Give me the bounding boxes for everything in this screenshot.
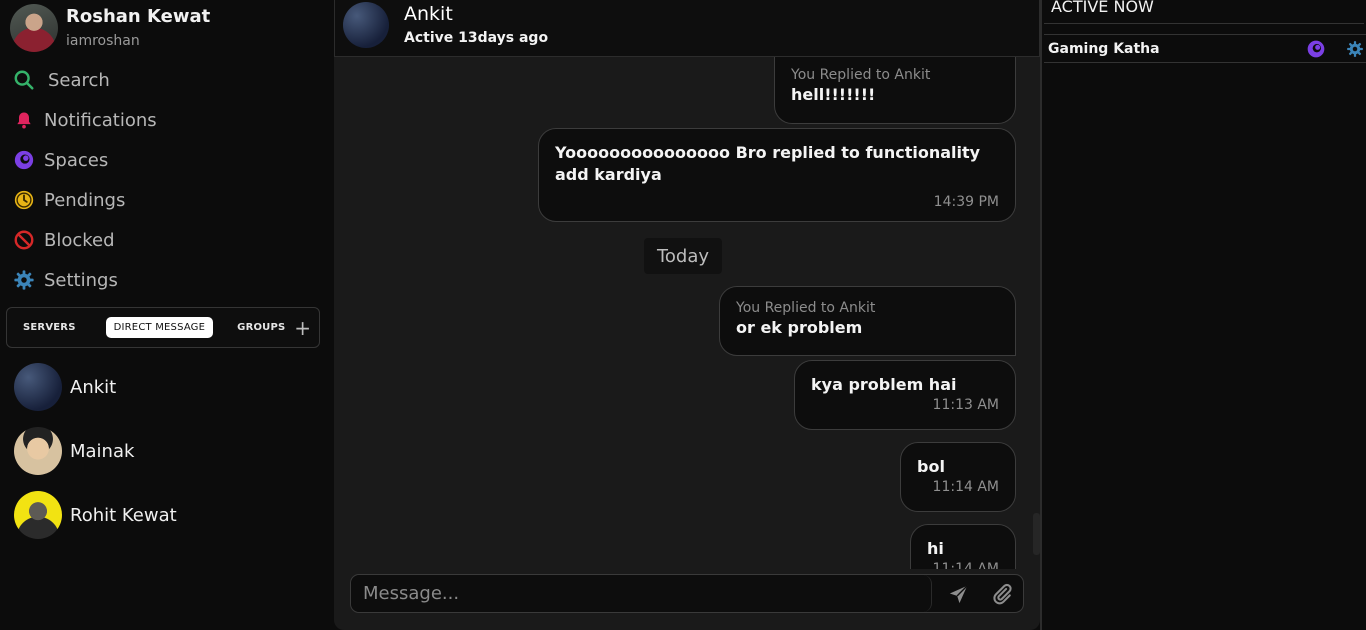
- clock-icon: [12, 188, 36, 212]
- message-text: or ek problem: [736, 318, 863, 337]
- nav-label-settings: Settings: [44, 269, 118, 291]
- dm-name: Mainak: [70, 440, 135, 462]
- nav-item-settings[interactable]: Settings: [12, 260, 312, 300]
- message-time: 11:14 AM: [932, 561, 999, 569]
- chat-avatar[interactable]: [343, 2, 389, 48]
- message-bubble[interactable]: kya problem hai 11:13 AM: [794, 360, 1016, 430]
- gear-icon[interactable]: [1346, 40, 1364, 58]
- nav-label-blocked: Blocked: [44, 229, 115, 251]
- nav-label-search: Search: [48, 69, 110, 91]
- reply-label: You Replied to Ankit: [736, 300, 876, 316]
- bell-icon: [12, 108, 36, 132]
- avatar: [14, 427, 62, 475]
- user-handle: iamroshan: [66, 32, 140, 49]
- dm-item-mainak[interactable]: Mainak: [14, 427, 324, 475]
- message-text: hi: [927, 539, 944, 558]
- reply-label: You Replied to Ankit: [791, 67, 931, 83]
- message-bubble[interactable]: hi 11:14 AM: [910, 524, 1016, 569]
- nav-label-pendings: Pendings: [44, 189, 126, 211]
- chat-title: Ankit: [404, 3, 453, 25]
- message-time: 14:39 PM: [933, 194, 999, 210]
- chat-panel: Ankit Active 13days ago You Replied to A…: [334, 0, 1040, 630]
- nav-item-spaces[interactable]: Spaces: [12, 140, 312, 180]
- channel-tabs: SERVERS DIRECT MESSAGE GROUPS +: [6, 307, 320, 348]
- avatar: [14, 363, 62, 411]
- scrollbar-thumb[interactable]: [1033, 513, 1040, 555]
- tab-groups[interactable]: GROUPS: [229, 317, 293, 338]
- nav-label-notifications: Notifications: [44, 109, 157, 131]
- message-bubble[interactable]: Yooooooooooooooo Bro replied to function…: [538, 128, 1016, 222]
- tab-direct-message[interactable]: DIRECT MESSAGE: [105, 317, 214, 338]
- nav-item-search[interactable]: Search: [12, 60, 312, 100]
- space-icon: [12, 148, 36, 172]
- tab-servers[interactable]: SERVERS: [15, 317, 84, 338]
- chat-status: Active 13days ago: [404, 30, 549, 46]
- active-space-name: Gaming Katha: [1048, 40, 1160, 57]
- message-text: hell!!!!!!!: [791, 85, 876, 104]
- message-input[interactable]: [351, 575, 932, 612]
- blocked-icon: [12, 228, 36, 252]
- nav-item-blocked[interactable]: Blocked: [12, 220, 312, 260]
- message-time: 11:14 AM: [932, 479, 999, 495]
- main-nav: Search Notifications Spaces Pendings Blo…: [12, 60, 312, 300]
- gear-icon: [12, 268, 36, 292]
- message-text: kya problem hai: [811, 375, 957, 394]
- active-space-row[interactable]: Gaming Katha: [1044, 34, 1366, 63]
- message-list[interactable]: You Replied to Ankit hell!!!!!!! Yoooooo…: [334, 57, 1040, 569]
- active-now-title: ACTIVE NOW: [1051, 0, 1154, 16]
- message-bubble[interactable]: You Replied to Ankit hell!!!!!!!: [774, 57, 1016, 124]
- message-bubble[interactable]: You Replied to Ankit or ek problem: [719, 286, 1016, 356]
- profile-text: Roshan Kewat iamroshan: [66, 6, 210, 51]
- dm-name: Ankit: [70, 376, 117, 398]
- chat-header: Ankit Active 13days ago: [334, 0, 1040, 57]
- add-button[interactable]: +: [294, 318, 311, 338]
- paperclip-icon[interactable]: [991, 583, 1013, 605]
- user-profile[interactable]: Roshan Kewat iamroshan: [10, 4, 210, 52]
- avatar: [14, 491, 62, 539]
- dm-name: Rohit Kewat: [70, 504, 177, 526]
- left-sidebar: Roshan Kewat iamroshan Search Notificati…: [0, 0, 334, 630]
- user-name: Roshan Kewat: [66, 5, 211, 27]
- dm-list: Ankit Mainak Rohit Kewat: [14, 363, 324, 555]
- message-text: bol: [917, 457, 945, 476]
- divider: [1044, 23, 1364, 24]
- dm-item-ankit[interactable]: Ankit: [14, 363, 324, 411]
- nav-item-notifications[interactable]: Notifications: [12, 100, 312, 140]
- search-icon: [12, 68, 36, 92]
- nav-item-pendings[interactable]: Pendings: [12, 180, 312, 220]
- space-icon: [1306, 39, 1326, 59]
- active-now-panel: ACTIVE NOW Gaming Katha: [1040, 0, 1366, 630]
- nav-label-spaces: Spaces: [44, 149, 109, 171]
- message-time: 11:13 AM: [932, 397, 999, 413]
- active-space-icons: [1306, 39, 1366, 59]
- app-root: Roshan Kewat iamroshan Search Notificati…: [0, 0, 1366, 630]
- dm-item-rohit-kewat[interactable]: Rohit Kewat: [14, 491, 324, 539]
- user-avatar: [10, 4, 58, 52]
- message-bubble[interactable]: bol 11:14 AM: [900, 442, 1016, 512]
- day-separator: Today: [644, 238, 722, 274]
- send-icon[interactable]: [948, 583, 970, 605]
- message-composer: [350, 574, 1024, 613]
- message-text: Yooooooooooooooo Bro replied to function…: [555, 143, 981, 184]
